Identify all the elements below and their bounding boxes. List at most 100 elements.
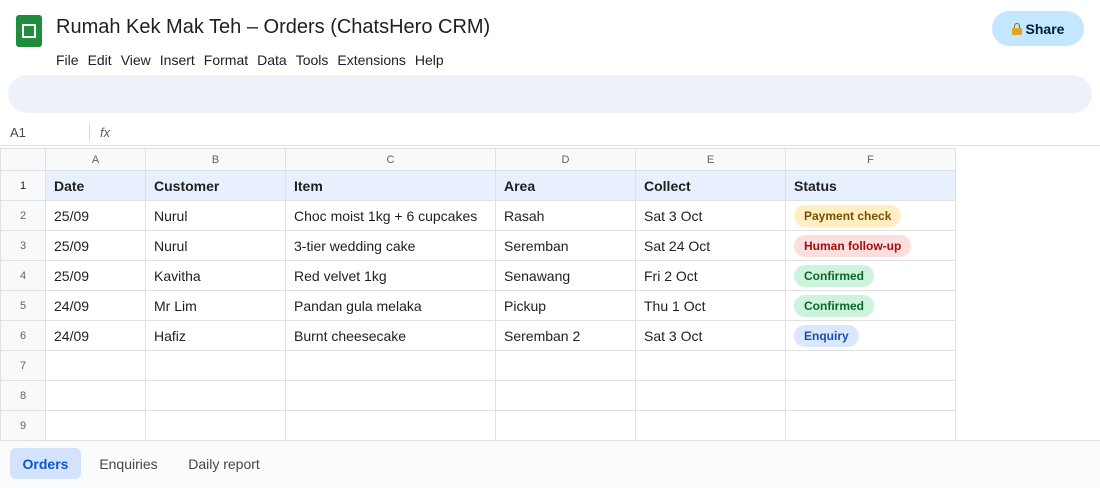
empty-cell[interactable] [635, 410, 786, 441]
column-header-d[interactable]: D [495, 148, 636, 171]
cell-area[interactable]: Pickup [495, 290, 636, 321]
column-header-a[interactable]: A [45, 148, 146, 171]
cell-date[interactable]: 25/09 [45, 200, 146, 231]
sheets-logo-icon[interactable] [16, 15, 42, 47]
cell-customer[interactable]: Hafiz [145, 320, 286, 351]
cell-item[interactable]: Red velvet 1kg [285, 260, 496, 291]
column-header-b[interactable]: B [145, 148, 286, 171]
cell-status[interactable]: Human follow-up [785, 230, 956, 261]
cell-collect[interactable]: Sat 3 Oct [635, 320, 786, 351]
menu-help[interactable]: Help [415, 52, 444, 68]
lock-icon [1011, 22, 1022, 35]
header-cell-collect[interactable]: Collect [635, 170, 786, 201]
fx-icon: fx [100, 125, 111, 140]
cell-item[interactable]: Pandan gula melaka [285, 290, 496, 321]
menu-insert[interactable]: Insert [160, 52, 195, 68]
cell-customer[interactable]: Nurul [145, 230, 286, 261]
row-number[interactable]: 6 [0, 320, 46, 351]
cell-customer[interactable]: Nurul [145, 200, 286, 231]
table-row: 6 24/09 Hafiz Burnt cheesecake Seremban 2 Sat… [0, 320, 956, 351]
header-cell-date[interactable]: Date [45, 170, 146, 201]
row-number[interactable]: 1 [0, 170, 46, 201]
header-cell-item[interactable]: Item [285, 170, 496, 201]
status-badge: Confirmed [794, 294, 874, 317]
empty-cell[interactable] [785, 380, 956, 411]
empty-cell[interactable] [285, 410, 496, 441]
menu-format[interactable]: Format [204, 52, 248, 68]
empty-cell[interactable] [635, 380, 786, 411]
empty-cell[interactable] [635, 350, 786, 381]
cell-collect[interactable]: Sat 3 Oct [635, 200, 786, 231]
cell-collect[interactable]: Thu 1 Oct [635, 290, 786, 321]
empty-cell[interactable] [285, 380, 496, 411]
cell-date[interactable]: 25/09 [45, 230, 146, 261]
header-cell-status[interactable]: Status [785, 170, 956, 201]
row-number[interactable]: 4 [0, 260, 46, 291]
table-header-row: 1 Date Customer Item Area Collect Status [0, 170, 956, 201]
cell-item[interactable]: Burnt cheesecake [285, 320, 496, 351]
cell-status[interactable]: Confirmed [785, 260, 956, 291]
menu-bar: File Edit View Insert Format Data Tools Extensi… [56, 52, 453, 68]
menu-tools[interactable]: Tools [296, 52, 329, 68]
row-number[interactable]: 8 [0, 380, 46, 411]
empty-cell[interactable] [785, 410, 956, 441]
empty-cell[interactable] [145, 350, 286, 381]
cell-area[interactable]: Seremban 2 [495, 320, 636, 351]
cell-area[interactable]: Seremban [495, 230, 636, 261]
menu-view[interactable]: View [121, 52, 151, 68]
cell-date[interactable]: 24/09 [45, 290, 146, 321]
menu-extensions[interactable]: Extensions [337, 52, 405, 68]
name-box[interactable]: A1 [10, 125, 26, 140]
row-number[interactable]: 7 [0, 350, 46, 381]
sheet-tab-orders[interactable]: Orders [10, 448, 81, 479]
table-row: 7 [0, 350, 956, 381]
sheet-tab-enquiries[interactable]: Enquiries [86, 448, 171, 479]
status-badge: Human follow-up [794, 234, 912, 257]
column-header-e[interactable]: E [635, 148, 786, 171]
select-all-corner[interactable] [0, 148, 46, 171]
empty-cell[interactable] [495, 410, 636, 441]
empty-cell[interactable] [785, 350, 956, 381]
cell-status[interactable]: Confirmed [785, 290, 956, 321]
row-number[interactable]: 2 [0, 200, 46, 231]
cell-area[interactable]: Rasah [495, 200, 636, 231]
table-row: 5 24/09 Mr Lim Pandan gula melaka Pickup Thu … [0, 290, 956, 321]
cell-customer[interactable]: Mr Lim [145, 290, 286, 321]
row-number[interactable]: 9 [0, 410, 46, 441]
empty-cell[interactable] [495, 380, 636, 411]
empty-cell[interactable] [145, 380, 286, 411]
table-row: 2 25/09 Nurul Choc moist 1kg + 6 cupcakes Ra… [0, 200, 956, 231]
empty-cell[interactable] [145, 410, 286, 441]
header-cell-customer[interactable]: Customer [145, 170, 286, 201]
header-cell-area[interactable]: Area [495, 170, 636, 201]
sheet-tab-daily-report[interactable]: Daily report [176, 448, 272, 479]
empty-cell[interactable] [495, 350, 636, 381]
menu-data[interactable]: Data [257, 52, 287, 68]
cell-date[interactable]: 24/09 [45, 320, 146, 351]
column-header-f[interactable]: F [785, 148, 956, 171]
cell-status[interactable]: Enquiry [785, 320, 956, 351]
document-title[interactable]: Rumah Kek Mak Teh – Orders (ChatsHero CR… [56, 16, 490, 39]
cell-customer[interactable]: Kavitha [145, 260, 286, 291]
row-number[interactable]: 5 [0, 290, 46, 321]
empty-cell[interactable] [285, 350, 496, 381]
table-row: 8 [0, 380, 956, 411]
cell-area[interactable]: Senawang [495, 260, 636, 291]
empty-cell[interactable] [45, 410, 146, 441]
column-header-row: ABCDEF [0, 148, 956, 171]
cell-item[interactable]: 3-tier wedding cake [285, 230, 496, 261]
cell-status[interactable]: Payment check [785, 200, 956, 231]
share-button[interactable]: Share [992, 11, 1084, 46]
empty-cell[interactable] [45, 380, 146, 411]
toolbar [8, 75, 1092, 113]
cell-collect[interactable]: Sat 24 Oct [635, 230, 786, 261]
empty-cell[interactable] [45, 350, 146, 381]
row-number[interactable]: 3 [0, 230, 46, 261]
cell-item[interactable]: Choc moist 1kg + 6 cupcakes [285, 200, 496, 231]
menu-file[interactable]: File [56, 52, 79, 68]
menu-edit[interactable]: Edit [88, 52, 112, 68]
status-badge: Confirmed [794, 264, 874, 287]
column-header-c[interactable]: C [285, 148, 496, 171]
cell-collect[interactable]: Fri 2 Oct [635, 260, 786, 291]
cell-date[interactable]: 25/09 [45, 260, 146, 291]
